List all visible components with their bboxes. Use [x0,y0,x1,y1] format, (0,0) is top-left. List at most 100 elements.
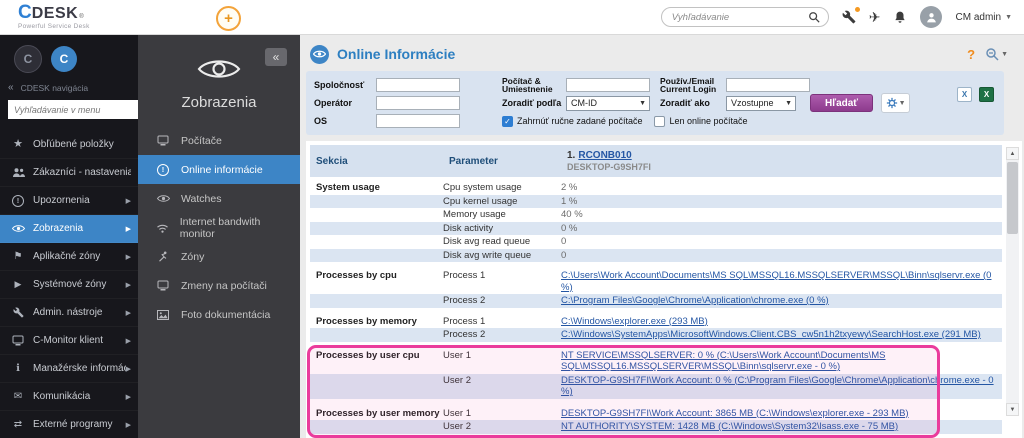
sidebar-item-manazerske-informacie[interactable]: ℹ Manažérske informácie▶ [0,355,138,383]
export-xml-icon[interactable] [957,87,972,102]
operator-input[interactable] [376,96,460,110]
online-only-checkbox[interactable] [654,115,666,127]
table-row: Disk avg read queue 0 [310,235,1002,249]
process-link[interactable]: C:\Users\Work Account\Documents\MS SQL\M… [561,270,991,293]
column-header-parameter: Parameter [449,155,498,167]
table-row: System usage Cpu system usage 2 % [310,181,1002,195]
value-cell: NT SERVICE\MSSQLSERVER: 0 % (C:\Users\Wo… [561,350,1002,373]
info-icon: ℹ [16,362,20,374]
chevron-down-icon: ▼ [1001,50,1008,58]
table-row: Process 2 C:\Windows\SystemApps\Microsoft… [310,328,1002,342]
photo-icon [154,309,172,320]
user-menu[interactable]: CM admin ▼ [955,12,1012,23]
vertical-scrollbar[interactable]: ▲ ▼ [1006,147,1019,416]
table-row: User 2 NT AUTHORITY\SYSTEM: 1428 MB (C:\W… [310,420,1002,434]
value-cell: C:\Users\Work Account\Documents\MS SQL\M… [561,270,1002,293]
process-link[interactable]: NT SERVICE\MSSQLSERVER: 0 % (C:\Users\Wo… [561,350,886,373]
scroll-down-button[interactable]: ▼ [1006,403,1019,416]
nav-label-text: CDESK navigácia [20,82,89,93]
process-link[interactable]: DESKTOP-G9SH7FI\Work Account: 3865 MB (C… [561,408,909,419]
online-info-icon [310,44,329,64]
scrollbar-track[interactable] [1006,160,1019,403]
sidebar-item-c-monitor-klient[interactable]: C-Monitor klient ▶ [0,327,138,355]
submenu-item-pocitace[interactable]: Počítače [138,126,300,155]
menu-search-input[interactable] [8,100,138,119]
user-login-input[interactable] [726,78,810,92]
process-link[interactable]: C:\Program Files\Google\Chrome\Applicati… [561,295,829,306]
scrollbar-thumb[interactable] [1007,162,1018,234]
submenu-item-internet-bandwith-monitor[interactable]: Internet bandwith monitor [138,213,300,242]
nav-section-label: « CDESK navigácia [0,80,138,98]
topbar-actions: ✈ CM admin ▼ [660,6,1014,28]
parameter-cell: Cpu kernel usage [443,195,518,207]
process-link[interactable]: DESKTOP-G9SH7FI\Work Account: 0 % (C:\Pr… [561,375,994,398]
tools-icon[interactable] [842,7,860,24]
workspace-icon-cdesk[interactable]: C [14,45,42,73]
os-input[interactable] [376,114,460,128]
table-row: Processes by memory Process 1 C:\Windows\e… [310,315,1002,329]
create-new-button[interactable]: + [216,6,241,31]
sidebar-item-zakaznici-nastavenia[interactable]: Zákazníci - nastavenia [0,159,138,187]
submenu-item-online-informacie[interactable]: ! Online informácie [138,155,300,184]
company-input[interactable] [376,78,460,92]
annotation-highlight-box: Processes by user cpu User 1 NT SERVICE\MS… [307,344,1002,438]
search-toggle-icon[interactable]: ▼ [985,47,1008,61]
computer-link[interactable]: RCONB010 [578,150,631,161]
submenu-item-zony[interactable]: Zóny [138,242,300,271]
filter-row: Spoločnosť Počítač & Umiestnenie Použív.… [314,76,996,94]
notifications-bell-icon[interactable] [893,10,907,25]
collapse-submenu-button[interactable]: « [265,48,287,66]
parameter-cell: Disk avg write queue [443,249,532,261]
submenu-item-zmeny-na-pocitaci[interactable]: Zmeny na počítači [138,271,300,300]
sort-dir-select[interactable]: Vzostupne ▼ [726,95,796,111]
alert-icon: ! [154,163,172,176]
main-sidebar: C C « CDESK navigácia ★ Obľúbené položky Z… [0,35,138,438]
sidebar-item-externe-programy[interactable]: ⇄ Externé programy ▶ [0,411,138,438]
search-icon[interactable] [808,11,820,23]
sidebar-item-label: Admin. nástroje [33,307,103,318]
section-cell: Processes by cpu [316,270,397,281]
include-manual-checkbox[interactable] [502,115,513,127]
submenu-list: Počítače! Online informácie Watches Interne… [138,126,300,329]
sidebar-item-zobrazenia[interactable]: Zobrazenia ▶ [0,215,138,243]
submenu-item-watches[interactable]: Watches [138,184,300,213]
monitor-icon [10,335,26,346]
section-cell: System usage [316,182,380,193]
computer-input[interactable] [566,78,650,92]
sidebar-item-oblubene-polozky[interactable]: ★ Obľúbené položky [0,131,138,159]
table-group-system-usage: System usage Cpu system usage 2 % Cpu kerne… [310,181,1002,262]
sort-by-select[interactable]: CM-ID ▼ [566,95,650,111]
filter-row: OS Zahrnúť ručne zadané počítače Len onl… [314,112,996,130]
parameter-cell: Disk avg read queue [443,236,531,247]
company-label: Spoločnosť [314,80,365,90]
process-link[interactable]: C:\Windows\explorer.exe (293 MB) [561,316,708,327]
sidebar-item-admin-nastroje[interactable]: Admin. nástroje ▶ [0,299,138,327]
zone-icon: ⚑ [13,250,23,262]
submenu-item-label: Watches [181,192,222,205]
collapse-sidebar-icon[interactable]: « [8,82,14,93]
sidebar-item-upozornenia[interactable]: ! Upozornenia ▶ [0,187,138,215]
sidebar-item-systemove-zony[interactable]: ▶ Systémové zóny ▶ [0,271,138,299]
sort-dir-value: Vzostupne [731,98,774,108]
parameter-cell: User 2 [443,421,471,432]
table-row: Process 2 C:\Program Files\Google\Chrome\… [310,294,1002,308]
export-excel-icon[interactable] [979,87,994,102]
global-search [660,7,829,27]
sort-by-value: CM-ID [571,98,597,108]
search-button[interactable]: Hľadať [810,94,874,112]
sidebar-item-label: Zobrazenia [33,223,84,234]
paper-plane-icon[interactable]: ✈ [869,9,881,26]
sidebar-item-aplikacne-zony[interactable]: ⚑ Aplikačné zóny ▶ [0,243,138,271]
process-link[interactable]: C:\Windows\SystemApps\MicrosoftWindows.C… [561,329,981,340]
process-link[interactable]: NT AUTHORITY\SYSTEM: 1428 MB (C:\Windows… [561,421,898,432]
parameter-cell: User 1 [443,349,471,361]
submenu-item-foto-dokumentacia[interactable]: Foto dokumentácia [138,300,300,329]
sidebar-item-komunikacia[interactable]: ✉ Komunikácia ▶ [0,383,138,411]
scroll-up-button[interactable]: ▲ [1006,147,1019,160]
filter-settings-button[interactable]: ▼ [881,93,911,113]
user-avatar[interactable] [920,6,943,28]
os-label: OS [314,116,328,126]
help-button[interactable]: ? [967,47,975,62]
workspace-icon-active[interactable]: C [51,46,77,72]
global-search-input[interactable] [669,10,808,24]
